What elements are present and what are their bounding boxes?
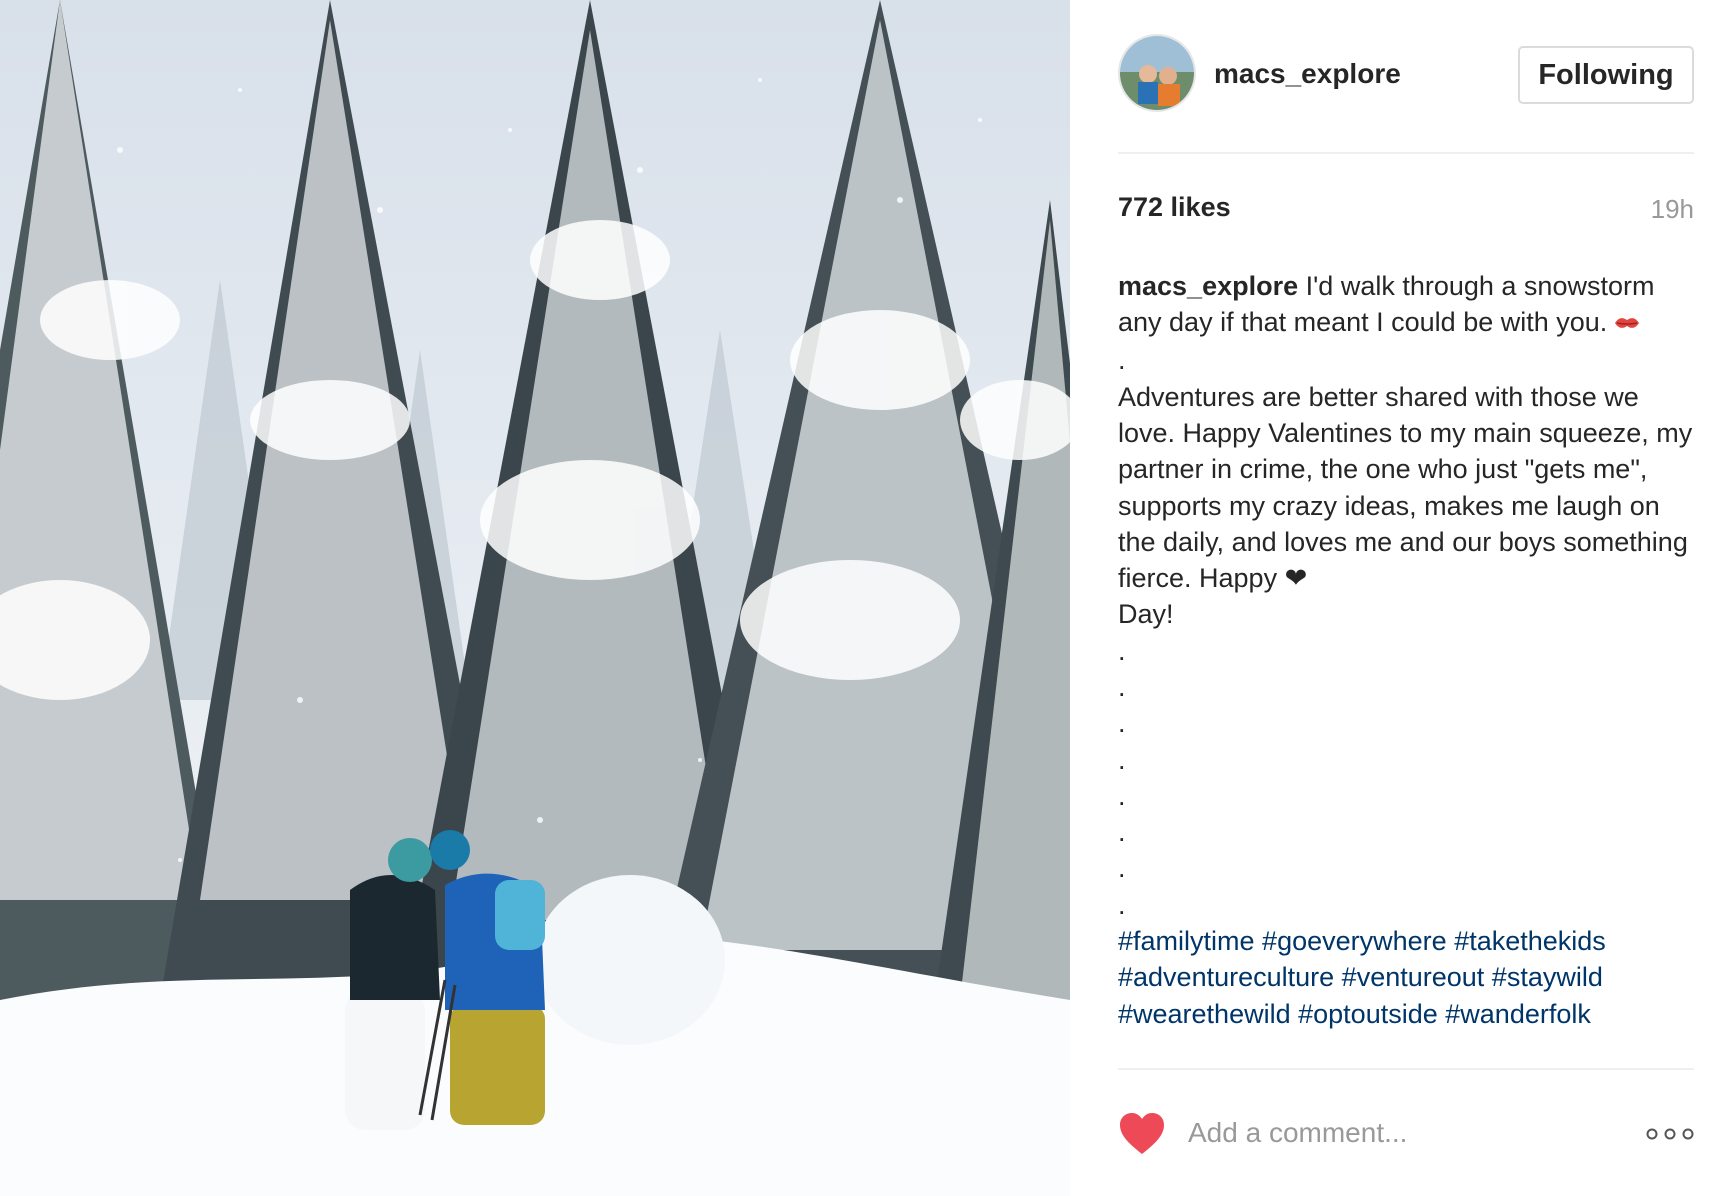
caption-dot: .: [1118, 853, 1126, 884]
caption-dot: .: [1118, 671, 1126, 702]
hashtag-link[interactable]: #wearethewild: [1118, 999, 1291, 1029]
caption-author[interactable]: macs_explore: [1118, 271, 1298, 301]
caption-dot: .: [1118, 744, 1126, 775]
hashtag-link[interactable]: #ventureout: [1342, 962, 1485, 992]
hashtags: #familytime #goeverywhere #takethekids #…: [1118, 923, 1694, 1032]
kiss-mark-icon: [1613, 306, 1641, 342]
avatar[interactable]: [1118, 34, 1196, 112]
comment-input[interactable]: [1188, 1110, 1608, 1156]
likes-count[interactable]: 772 likes: [1118, 192, 1231, 223]
divider: [1118, 1068, 1694, 1070]
hashtag-link[interactable]: #familytime: [1118, 926, 1255, 956]
hashtag-link[interactable]: #adventureculture: [1118, 962, 1334, 992]
caption-paragraph: Adventures are better shared with those …: [1118, 379, 1694, 633]
caption-dot: .: [1118, 817, 1126, 848]
caption-dot: .: [1118, 780, 1126, 811]
post-details-panel: macs_explore Following 772 likes 19h mac…: [1118, 0, 1694, 1196]
caption-dot: .: [1118, 635, 1126, 666]
caption-dot: .: [1118, 708, 1126, 739]
more-options-icon[interactable]: [1646, 1124, 1694, 1144]
hashtag-link[interactable]: #staywild: [1492, 962, 1603, 992]
post-timestamp[interactable]: 19h: [1651, 194, 1694, 225]
post-header: macs_explore Following: [1118, 34, 1694, 118]
heart-emoji-icon: ❤: [1284, 563, 1308, 594]
hashtag-link[interactable]: #takethekids: [1454, 926, 1606, 956]
caption-dot: .: [1118, 889, 1126, 920]
caption-first-line: macs_explore I'd walk through a snowstor…: [1118, 268, 1694, 342]
following-button[interactable]: Following: [1518, 46, 1694, 104]
caption: macs_explore I'd walk through a snowstor…: [1118, 268, 1694, 1032]
post-actions: [1118, 1110, 1694, 1158]
post-photo[interactable]: [0, 0, 1070, 1196]
heart-icon[interactable]: [1118, 1112, 1166, 1156]
caption-paragraph-text: Adventures are better shared with those …: [1118, 381, 1693, 594]
divider: [1118, 152, 1694, 154]
hashtag-link[interactable]: #goeverywhere: [1262, 926, 1447, 956]
caption-paragraph-end: Day!: [1118, 599, 1174, 630]
username-link[interactable]: macs_explore: [1214, 58, 1401, 90]
hashtag-link[interactable]: #optoutside: [1298, 999, 1438, 1029]
hashtag-link[interactable]: #wanderfolk: [1445, 999, 1591, 1029]
caption-dot: .: [1118, 345, 1126, 376]
instagram-post: macs_explore Following 772 likes 19h mac…: [0, 0, 1736, 1196]
